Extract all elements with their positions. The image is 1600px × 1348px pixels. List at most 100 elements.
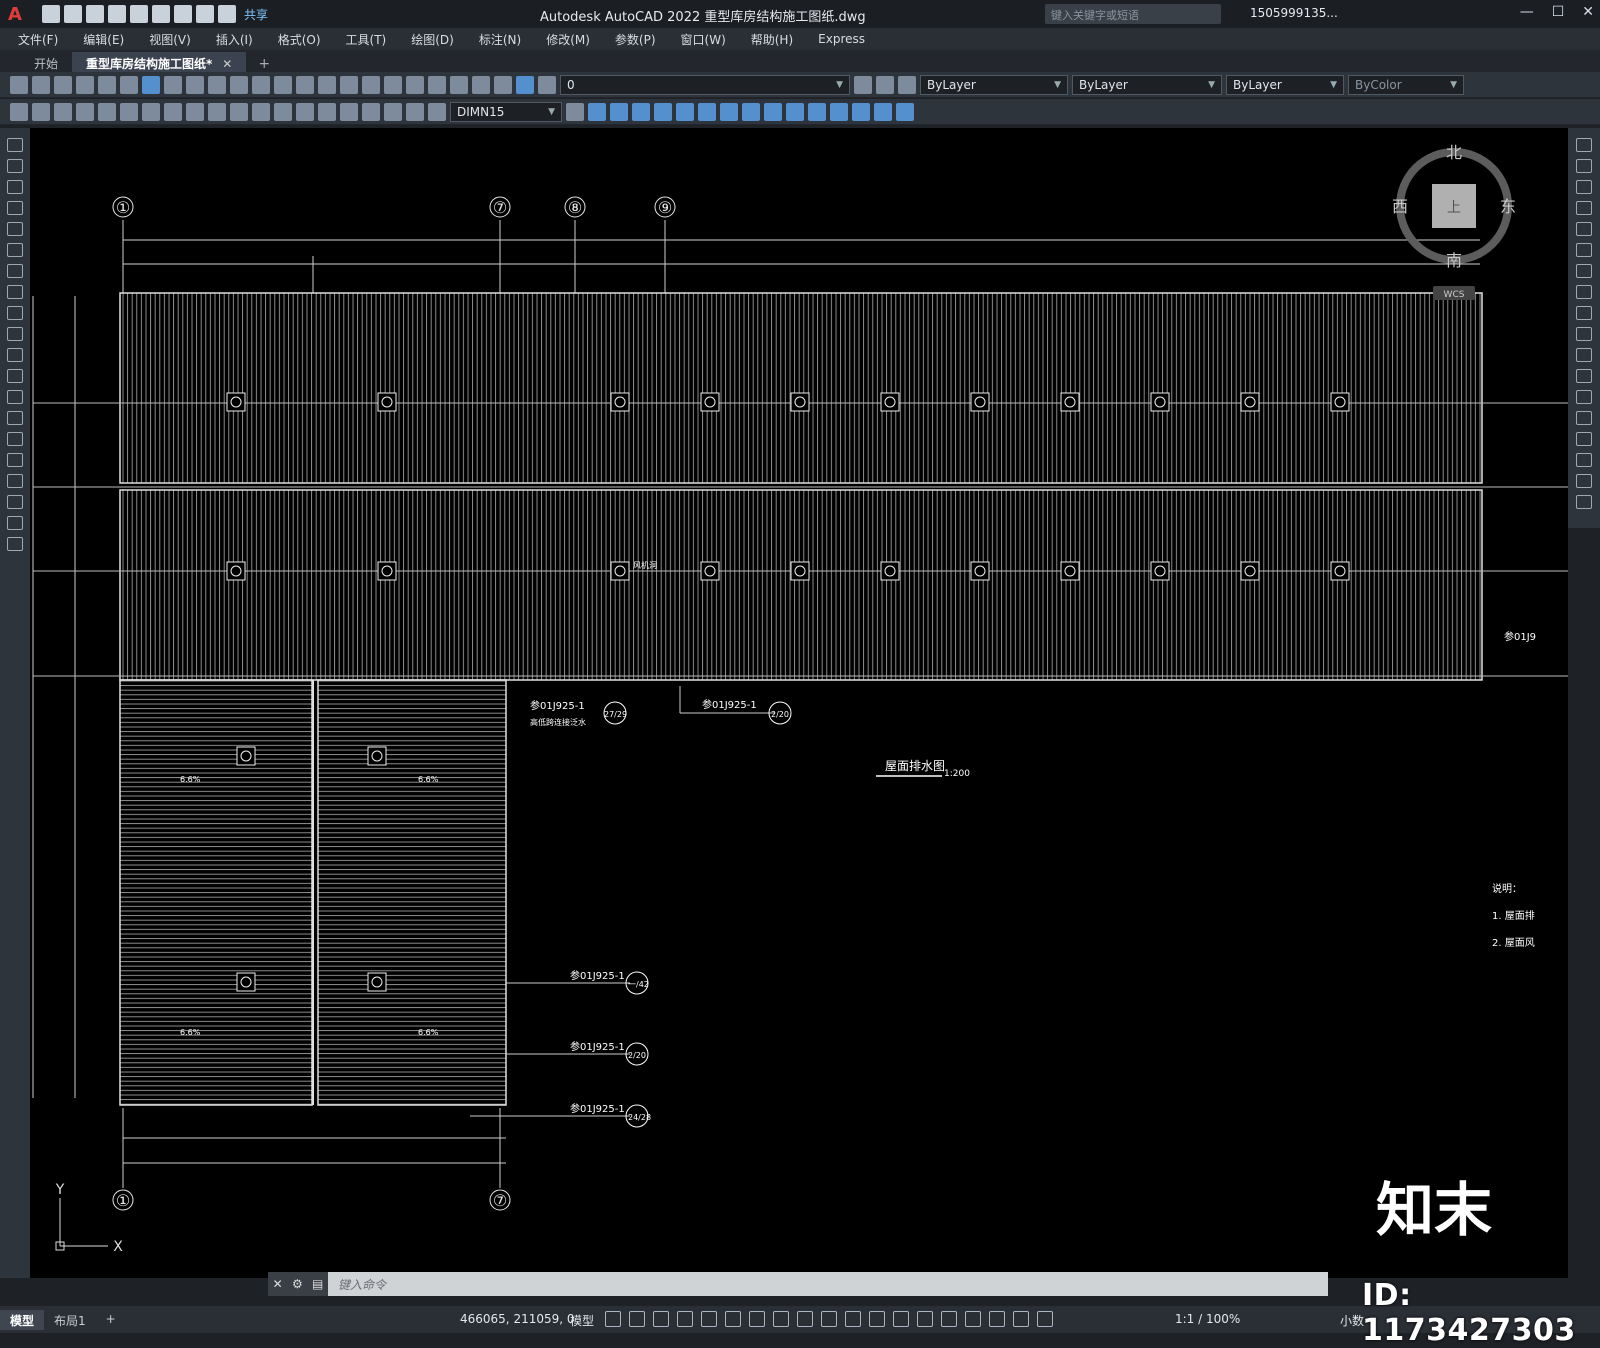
viewcube-west[interactable]: 西 — [1392, 197, 1408, 216]
quick-dim-icon[interactable] — [186, 102, 204, 121]
save-as-icon[interactable] — [108, 5, 126, 23]
plotstyle-dropdown[interactable]: ByColor ▼ — [1348, 74, 1464, 95]
render-icon[interactable] — [874, 102, 892, 121]
transparency-icon[interactable] — [845, 1311, 861, 1327]
revision-cloud-icon[interactable] — [7, 285, 23, 299]
viewcube-top[interactable]: 上 — [1447, 200, 1461, 216]
table-icon[interactable] — [7, 495, 23, 509]
drawing-canvas[interactable]: ① ⑦ ⑧ ⑨ ① ⑦ 6.6% 6.6% 6.6% 6.6% 风机洞 参01J… — [30, 128, 1568, 1278]
construction-line-icon[interactable] — [7, 159, 23, 173]
stretch-icon[interactable] — [1576, 306, 1592, 320]
object-snap-icon[interactable] — [797, 1311, 813, 1327]
snap-icon[interactable] — [629, 1311, 645, 1327]
tolerance-icon[interactable] — [296, 102, 314, 121]
gradient-icon[interactable] — [7, 453, 23, 467]
zoom-window-icon[interactable] — [340, 75, 358, 94]
user-account[interactable]: 1505999135... — [1250, 6, 1338, 20]
copy-object-icon[interactable] — [1576, 159, 1592, 173]
menu-help[interactable]: 帮助(H) — [751, 31, 793, 48]
dim-radius-icon[interactable] — [98, 102, 116, 121]
hatch-icon[interactable] — [7, 432, 23, 446]
help-icon[interactable] — [516, 75, 534, 94]
center-mark-icon[interactable] — [318, 102, 336, 121]
erase-icon[interactable] — [1576, 138, 1592, 152]
pan-icon[interactable] — [296, 75, 314, 94]
dim-update-icon[interactable] — [428, 102, 446, 121]
redo-icon[interactable] — [274, 75, 292, 94]
ortho-icon[interactable] — [701, 1311, 717, 1327]
move-icon[interactable] — [1576, 243, 1592, 257]
view-sw-icon[interactable] — [720, 102, 738, 121]
tab-model[interactable]: 模型 — [0, 1309, 45, 1330]
tab-drawing[interactable]: 重型库房结构施工图纸* ✕ — [72, 52, 247, 72]
view-ne-icon[interactable] — [764, 102, 782, 121]
markup-icon[interactable] — [472, 75, 490, 94]
new-file-icon[interactable] — [42, 5, 60, 23]
close-command-icon[interactable]: ✕ — [273, 1277, 283, 1291]
make-current-layer-icon[interactable] — [854, 75, 872, 94]
extend-icon[interactable] — [1576, 348, 1592, 362]
explode-icon[interactable] — [1576, 495, 1592, 509]
copy-icon[interactable] — [186, 75, 204, 94]
menu-express[interactable]: Express — [818, 32, 865, 46]
add-selected-icon[interactable] — [7, 537, 23, 551]
menu-window[interactable]: 窗口(W) — [681, 31, 726, 48]
spline-icon[interactable] — [7, 306, 23, 320]
grid-icon[interactable] — [605, 1311, 621, 1327]
annotation-scale[interactable]: 1:1 / 100% — [1175, 1312, 1240, 1326]
redo-icon[interactable] — [218, 5, 236, 23]
jogged-linear-icon[interactable] — [362, 102, 380, 121]
dim-aligned-icon[interactable] — [32, 102, 50, 121]
3d-dwf-icon[interactable] — [142, 75, 160, 94]
model-space-toggle[interactable]: 模型 — [570, 1312, 594, 1329]
open-icon[interactable] — [32, 75, 50, 94]
insert-block-icon[interactable] — [7, 369, 23, 383]
break-icon[interactable] — [1576, 390, 1592, 404]
ellipse-arc-icon[interactable] — [7, 348, 23, 362]
trim-icon[interactable] — [1576, 327, 1592, 341]
print-preview-icon[interactable] — [98, 75, 116, 94]
web-mobile-open-icon[interactable] — [130, 5, 148, 23]
region-icon[interactable] — [7, 474, 23, 488]
polyline-icon[interactable] — [7, 180, 23, 194]
minimize-button[interactable]: — — [1520, 4, 1534, 20]
view-bottom-icon[interactable] — [610, 102, 628, 121]
menu-file[interactable]: 文件(F) — [18, 31, 58, 48]
dim-style-icon[interactable] — [566, 102, 584, 121]
ucs-icon[interactable] — [808, 102, 826, 121]
new-tab-button[interactable]: + — [258, 56, 270, 72]
view-nw-icon[interactable] — [786, 102, 804, 121]
view-left-icon[interactable] — [632, 102, 650, 121]
view-front-icon[interactable] — [676, 102, 694, 121]
infer-icon[interactable] — [653, 1311, 669, 1327]
mtext-icon[interactable] — [7, 516, 23, 530]
tab-close-icon[interactable]: ✕ — [222, 57, 232, 71]
cut-icon[interactable] — [164, 75, 182, 94]
add-layout-button[interactable]: + — [96, 1310, 126, 1330]
array-icon[interactable] — [1576, 222, 1592, 236]
break-at-point-icon[interactable] — [1576, 369, 1592, 383]
zoom-realtime-icon[interactable] — [318, 75, 336, 94]
point-icon[interactable] — [7, 411, 23, 425]
dim-diameter-icon[interactable] — [142, 102, 160, 121]
annotation-scale-icon[interactable] — [1037, 1311, 1053, 1327]
annotation-visibility-icon[interactable] — [989, 1311, 1005, 1327]
search-input[interactable]: 键入关键字或短语 — [1045, 4, 1221, 24]
lineweight-dropdown[interactable]: ByLayer ▼ — [1226, 74, 1344, 95]
command-input[interactable]: 键入命令 — [328, 1276, 386, 1293]
dim-continue-icon[interactable] — [230, 102, 248, 121]
object-snap-tracking-icon[interactable] — [773, 1311, 789, 1327]
linetype-dropdown[interactable]: ByLayer ▼ — [1072, 74, 1222, 95]
polar-icon[interactable] — [725, 1311, 741, 1327]
viewcube-north[interactable]: 北 — [1446, 143, 1462, 162]
circle-icon[interactable] — [7, 264, 23, 278]
dynamic-ucs-icon[interactable] — [917, 1311, 933, 1327]
layer-dropdown[interactable]: 0 ▼ — [560, 74, 850, 95]
dim-space-icon[interactable] — [252, 102, 270, 121]
mirror-icon[interactable] — [1576, 180, 1592, 194]
menu-edit[interactable]: 编辑(E) — [83, 31, 124, 48]
isodraft-icon[interactable] — [749, 1311, 765, 1327]
dim-text-edit-icon[interactable] — [406, 102, 424, 121]
menu-parametric[interactable]: 参数(P) — [615, 31, 656, 48]
dim-ordinate-icon[interactable] — [76, 102, 94, 121]
